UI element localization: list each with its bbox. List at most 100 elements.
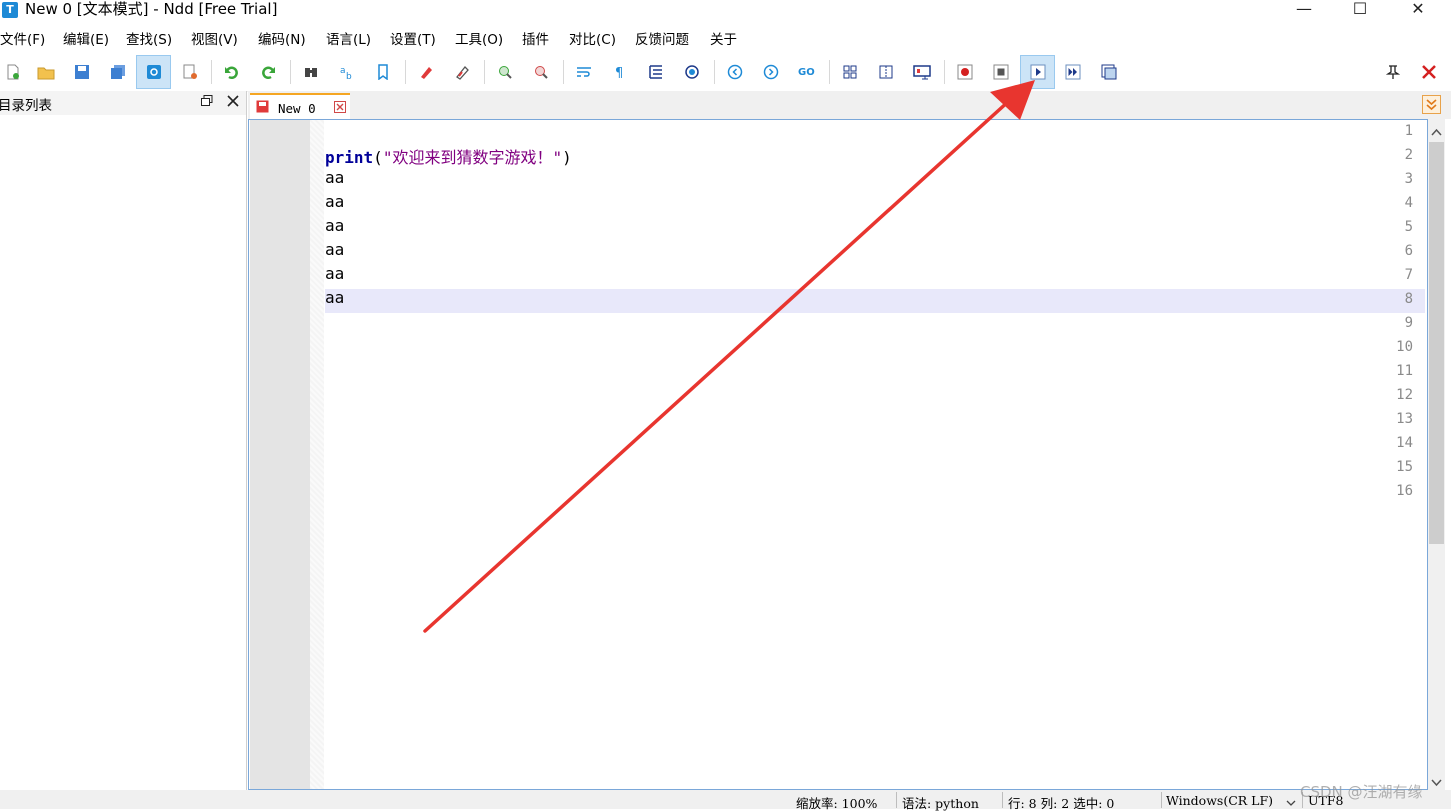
scrollbar-thumb[interactable] bbox=[1429, 142, 1444, 544]
toolbar-separator bbox=[714, 60, 715, 84]
find-icon[interactable] bbox=[298, 59, 324, 85]
directory-panel-title: 目录列表 bbox=[0, 98, 52, 114]
redo-icon[interactable] bbox=[255, 59, 281, 85]
new-file-icon[interactable] bbox=[0, 59, 26, 85]
bookmark-icon[interactable] bbox=[370, 59, 396, 85]
code-paren-open: ( bbox=[373, 148, 383, 167]
word-wrap-icon[interactable] bbox=[571, 59, 597, 85]
tab-label: New 0 bbox=[278, 101, 316, 116]
goto-line-icon[interactable]: GO bbox=[794, 59, 820, 85]
menu-search[interactable]: 查找(S) bbox=[126, 32, 172, 48]
replace-icon[interactable]: ab bbox=[334, 59, 360, 85]
undo-icon[interactable] bbox=[219, 59, 245, 85]
zoom-out-icon[interactable] bbox=[528, 59, 554, 85]
app-icon: T bbox=[2, 2, 18, 18]
zoom-status: 缩放率: 100% bbox=[796, 796, 878, 811]
line-number: 9 bbox=[1404, 315, 1413, 331]
syntax-status: 语法: python bbox=[902, 796, 979, 811]
close-window-button[interactable]: ✕ bbox=[1389, 0, 1447, 22]
line-number: 11 bbox=[1396, 363, 1413, 379]
tab-strip: New 0 bbox=[248, 91, 1451, 119]
target-icon[interactable] bbox=[679, 59, 705, 85]
float-panel-icon[interactable] bbox=[201, 95, 213, 111]
menu-tools[interactable]: 工具(O) bbox=[455, 32, 503, 48]
close-panel-icon[interactable] bbox=[227, 95, 239, 111]
status-separator bbox=[896, 792, 897, 808]
mark-icon[interactable] bbox=[413, 59, 439, 85]
tab-new-0[interactable]: New 0 bbox=[250, 93, 350, 119]
directory-panel-header: 目录列表 bbox=[0, 91, 246, 115]
menu-feedback[interactable]: 反馈问题 bbox=[635, 32, 689, 48]
tab-list-dropdown-icon[interactable] bbox=[1422, 95, 1441, 118]
fold-all-icon[interactable] bbox=[837, 59, 863, 85]
previous-icon[interactable] bbox=[722, 59, 748, 85]
unsaved-file-icon bbox=[256, 100, 269, 117]
menu-bar: 文件(F) 编辑(E) 查找(S) 视图(V) 编码(N) 语言(L) 设置(T… bbox=[0, 28, 1451, 52]
code-line: aa bbox=[325, 168, 345, 187]
show-all-chars-icon[interactable]: ¶ bbox=[607, 59, 633, 85]
line-number: 15 bbox=[1396, 459, 1413, 475]
toolbar-separator bbox=[405, 60, 406, 84]
save-macro-icon[interactable] bbox=[1096, 59, 1122, 85]
eol-format-select[interactable]: Windows(CR LF) bbox=[1166, 793, 1273, 808]
line-number: 16 bbox=[1396, 483, 1413, 499]
toolbar-separator bbox=[484, 60, 485, 84]
stop-macro-icon[interactable] bbox=[988, 59, 1014, 85]
maximize-button[interactable]: ☐ bbox=[1331, 0, 1389, 22]
next-icon[interactable] bbox=[758, 59, 784, 85]
save-all-icon[interactable] bbox=[105, 59, 131, 85]
vertical-scrollbar[interactable] bbox=[1428, 119, 1445, 790]
menu-settings[interactable]: 设置(T) bbox=[390, 32, 436, 48]
menu-encoding[interactable]: 编码(N) bbox=[258, 32, 306, 48]
close-file-icon[interactable] bbox=[177, 59, 203, 85]
indent-guide-icon[interactable] bbox=[643, 59, 669, 85]
play-macro-icon[interactable] bbox=[1020, 55, 1055, 89]
auto-save-icon[interactable] bbox=[136, 55, 171, 89]
split-view-icon[interactable] bbox=[873, 59, 899, 85]
menu-compare[interactable]: 对比(C) bbox=[569, 32, 616, 48]
code-keyword: print bbox=[325, 148, 374, 167]
window-title: New 0 [文本模式] - Ndd [Free Trial] bbox=[25, 0, 278, 18]
minimize-button[interactable]: — bbox=[1275, 0, 1333, 22]
menu-language[interactable]: 语言(L) bbox=[326, 32, 371, 48]
open-folder-icon[interactable] bbox=[33, 59, 59, 85]
eol-dropdown-icon[interactable] bbox=[1286, 795, 1296, 810]
close-document-icon[interactable] bbox=[1416, 59, 1442, 85]
line-number-gutter bbox=[250, 120, 310, 789]
record-macro-icon[interactable] bbox=[952, 59, 978, 85]
menu-plugins[interactable]: 插件 bbox=[522, 32, 549, 48]
svg-text:a: a bbox=[340, 66, 346, 76]
toolbar-separator bbox=[211, 60, 212, 84]
scroll-down-icon[interactable] bbox=[1431, 775, 1442, 791]
menu-view[interactable]: 视图(V) bbox=[191, 32, 238, 48]
line-number: 14 bbox=[1396, 435, 1413, 451]
line-number: 8 bbox=[1404, 291, 1413, 307]
code-line: aa bbox=[325, 288, 345, 307]
status-separator bbox=[1161, 792, 1162, 808]
zoom-in-icon[interactable] bbox=[492, 59, 518, 85]
clear-mark-icon[interactable] bbox=[449, 59, 475, 85]
line-number: 7 bbox=[1404, 267, 1413, 283]
pin-icon[interactable] bbox=[1380, 59, 1406, 85]
scroll-up-icon[interactable] bbox=[1431, 124, 1442, 140]
status-separator bbox=[1002, 792, 1003, 808]
cursor-position-status: 行: 8 列: 2 选中: 0 bbox=[1008, 796, 1115, 811]
line-number: 12 bbox=[1396, 387, 1413, 403]
code-editor[interactable]: 1 2 3 4 5 6 7 8 9 10 11 12 13 14 15 16 p… bbox=[248, 119, 1428, 790]
directory-panel: 目录列表 bbox=[0, 91, 247, 809]
menu-edit[interactable]: 编辑(E) bbox=[63, 32, 109, 48]
code-line-print: print("欢迎来到猜数字游戏！") bbox=[325, 144, 572, 168]
toolbar-separator bbox=[829, 60, 830, 84]
close-tab-icon[interactable] bbox=[334, 101, 346, 117]
save-icon[interactable] bbox=[69, 59, 95, 85]
fold-margin bbox=[310, 120, 324, 789]
menu-file[interactable]: 文件(F) bbox=[0, 32, 45, 48]
monitor-icon[interactable] bbox=[909, 59, 935, 85]
line-number: 13 bbox=[1396, 411, 1413, 427]
run-macro-multiple-icon[interactable] bbox=[1060, 59, 1086, 85]
line-number: 2 bbox=[1404, 147, 1413, 163]
menu-about[interactable]: 关于 bbox=[710, 32, 737, 48]
watermark: CSDN @汪湖有缘 bbox=[1300, 783, 1423, 801]
code-line: aa bbox=[325, 264, 345, 283]
svg-text:GO: GO bbox=[798, 67, 815, 78]
